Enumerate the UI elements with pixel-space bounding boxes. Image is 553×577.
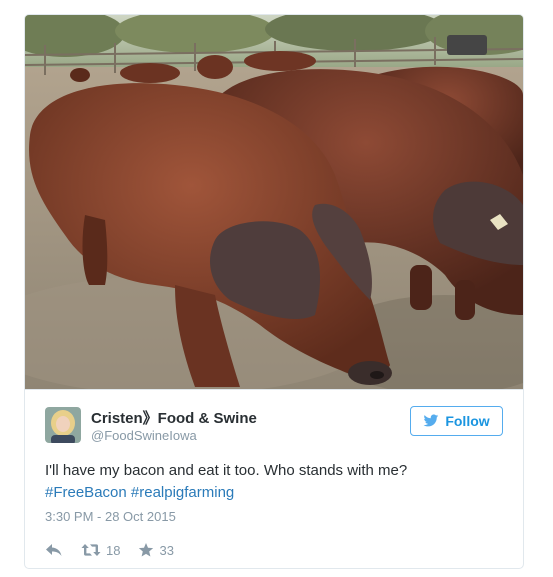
tweet-hashtags: #FreeBacon #realpigfarming [45,482,505,504]
pigs-photo-image [25,15,523,389]
follow-button[interactable]: Follow [410,406,503,436]
tweet-timestamp[interactable]: 3:30 PM - 28 Oct 2015 [45,509,176,524]
reply-button[interactable] [45,543,63,557]
like-button[interactable]: 33 [138,542,174,558]
retweet-count: 18 [106,542,121,558]
retweet-icon [81,544,101,556]
tweet-card: Cristen》Food & Swine @FoodSwineIowa Foll… [24,14,524,569]
tweet-actions: 18 33 [45,540,174,560]
reply-icon [46,544,62,556]
author-avatar[interactable] [45,407,81,443]
retweet-button[interactable]: 18 [81,543,120,558]
author-handle[interactable]: @FoodSwineIowa [91,428,197,443]
tweet-text: I'll have my bacon and eat it too. Who s… [45,460,505,504]
tweet-body: Cristen》Food & Swine @FoodSwineIowa Foll… [25,389,523,568]
star-icon [139,543,154,557]
twitter-bird-icon [423,414,439,427]
tweet-photo[interactable] [25,15,523,389]
author-name[interactable]: Cristen》Food & Swine [91,407,257,428]
like-count: 33 [159,542,174,558]
tweet-text-main: I'll have my bacon and eat it too. Who s… [45,462,408,479]
follow-label: Follow [445,413,490,429]
hashtag-freebacon[interactable]: #FreeBacon [45,484,127,501]
hashtag-realpigfarming[interactable]: #realpigfarming [131,484,234,501]
